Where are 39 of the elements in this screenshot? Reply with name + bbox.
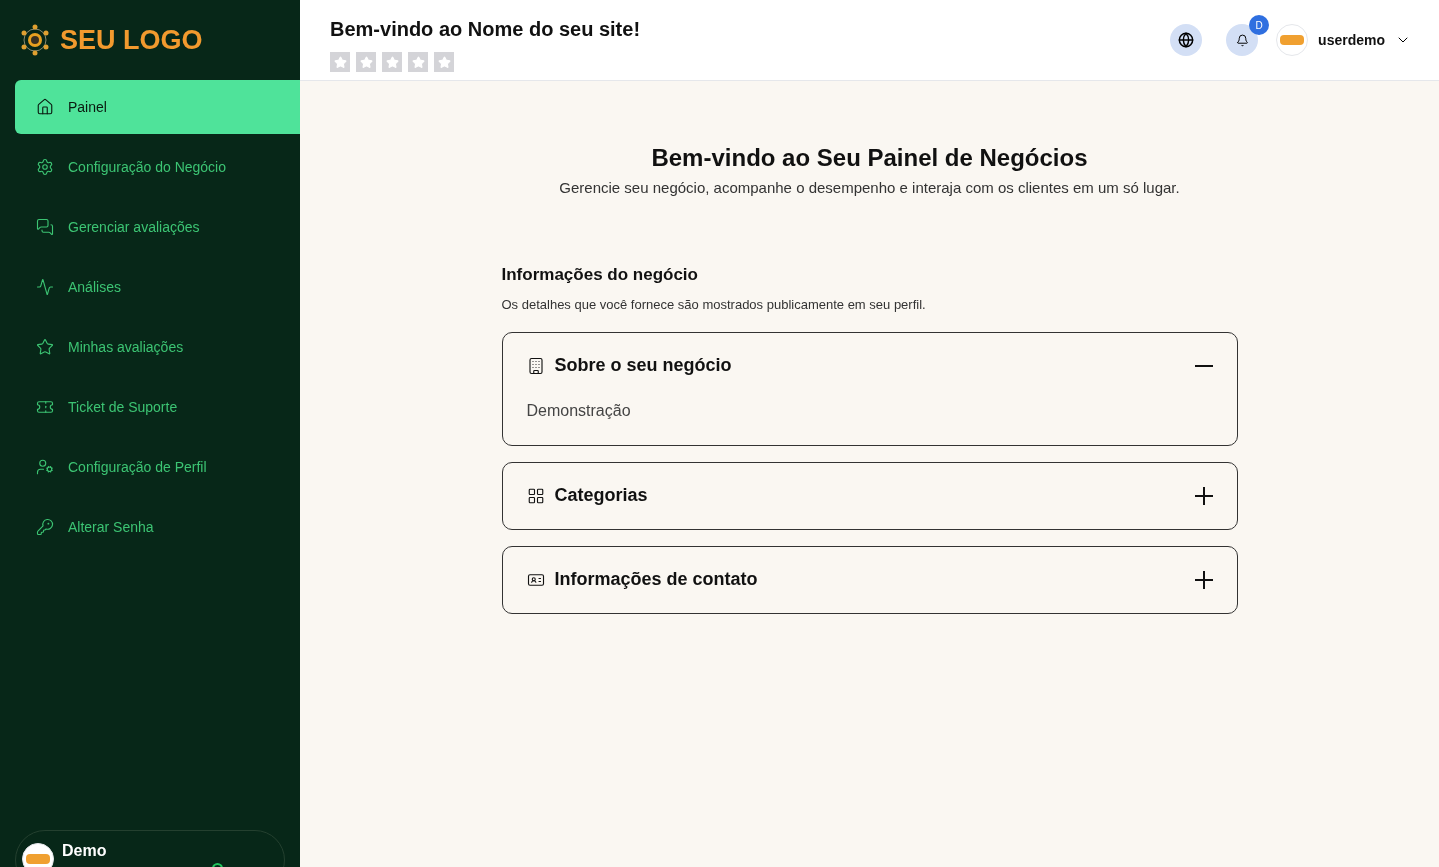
sidebar-item[interactable]: Painel [15,80,300,134]
grid-icon [526,486,545,505]
star-icon [36,338,54,356]
accordion-content: Demonstração [525,400,632,421]
sidebar-item[interactable]: Gerenciar avaliações [15,200,300,254]
sidebar-item[interactable]: Configuração do Negócio [15,140,300,194]
ticket-icon [36,398,54,416]
settings-icon [36,158,54,176]
sidebar-item[interactable]: Ticket de Suporte [15,380,300,434]
logo-text: SEU LOGO [60,23,203,57]
accordion-header[interactable]: Categorias [502,462,1237,529]
user-name: Demo [62,841,107,861]
site-title: Bem-vindo ao Nome do seu site! [330,17,641,42]
sidebar-item[interactable]: Análises [15,260,300,314]
sidebar-item[interactable]: Configuração de Perfil [15,440,300,494]
sidebar-item[interactable]: Minhas avaliações [15,320,300,374]
user-avatar [22,843,54,867]
collapse-icon [1194,364,1213,367]
expand-icon [1194,570,1213,589]
accordion-header[interactable]: Sobre o seu negócio [502,332,1237,399]
bell-icon [1235,33,1249,47]
user-menu[interactable]: userdemo [1276,24,1411,56]
section-description: Os detalhes que você fornece são mostrados publicamente em seu perfil. [501,296,927,314]
notification-badge: D [1249,15,1270,35]
globe-icon [1178,32,1195,48]
sidebar-item[interactable]: Alterar Senha [15,500,300,554]
chat-icon [36,218,54,236]
section-title: Informações do negócio [501,263,699,286]
home-icon [36,98,54,116]
building-icon [526,356,545,375]
dashboard-title: Bem-vindo ao Seu Painel de Negócios [651,143,1088,173]
user-avatar [1276,24,1309,56]
chart-icon [36,278,54,296]
accordion-header[interactable]: Informações de contato [502,546,1237,613]
language-button[interactable] [1170,24,1203,56]
expand-icon [1194,486,1213,505]
key-icon [36,518,54,536]
dashboard-subtitle: Gerencie seu negócio, acompanhe o desempenho e interaja com os clientes em um só lugar. [559,178,1180,198]
user-settings-icon [36,458,54,476]
